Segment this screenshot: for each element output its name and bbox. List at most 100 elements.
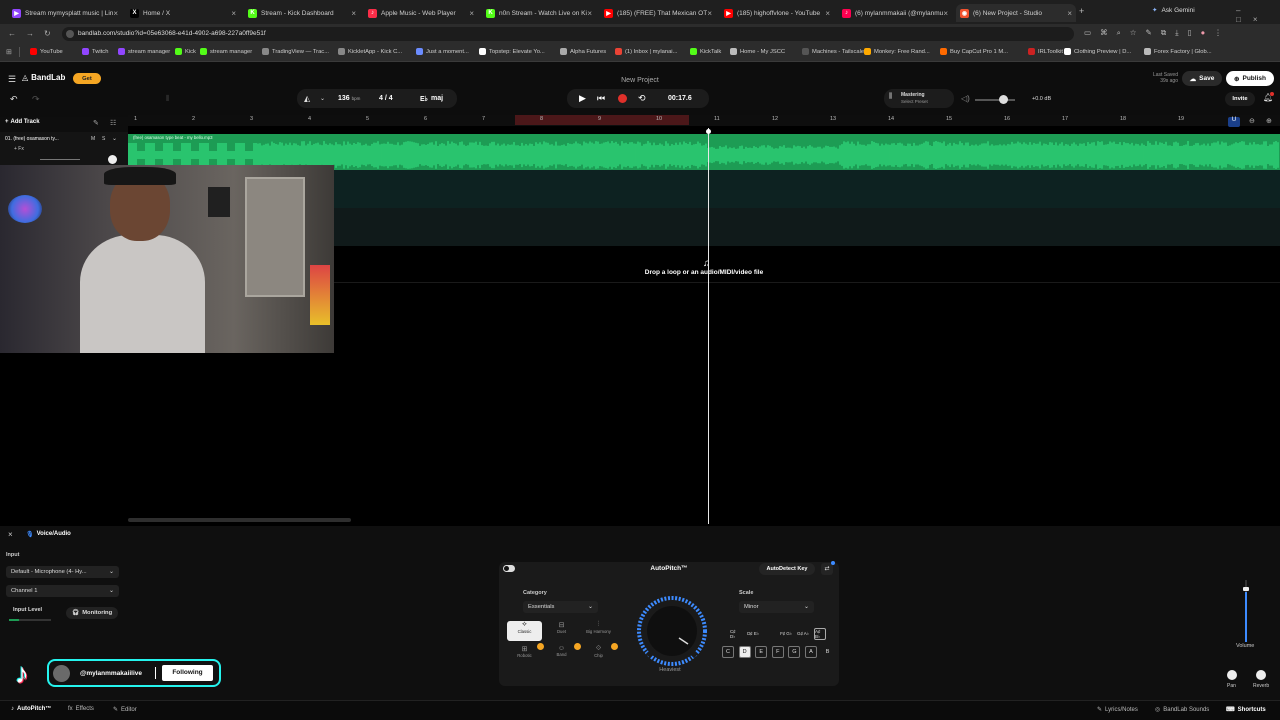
track-settings-icon[interactable]: ☷: [110, 119, 116, 127]
tab-close-icon[interactable]: ×: [1067, 9, 1072, 18]
sharp-key[interactable]: C♯ D♭: [730, 628, 742, 640]
loop-icon[interactable]: ⟲: [638, 93, 646, 104]
sharp-key[interactable]: A♯ B♭: [814, 628, 826, 640]
browser-tab[interactable]: ▶ Stream mymysplatt music | Lin ×: [8, 4, 122, 22]
skip-back-icon[interactable]: ⏮: [597, 93, 605, 104]
scale-select[interactable]: Minor ⌄: [739, 601, 814, 613]
speaker-icon[interactable]: ◁): [961, 94, 970, 103]
bookmark-item[interactable]: (1) Inbox | mylanai...: [615, 48, 677, 55]
tab-close-icon[interactable]: ×: [469, 9, 474, 18]
input-device-select[interactable]: Default - Microphone (4- Hy... ⌄: [6, 566, 119, 578]
redo-icon[interactable]: ↷: [32, 94, 40, 105]
bookmark-item[interactable]: stream manager: [200, 48, 252, 55]
bookmark-item[interactable]: YouTube: [30, 48, 63, 55]
tab-close-icon[interactable]: ×: [707, 9, 712, 18]
browser-tab[interactable]: X Home / X ×: [126, 4, 240, 22]
natural-key[interactable]: A: [805, 646, 817, 658]
solo-button[interactable]: S: [102, 136, 105, 142]
apps-grid-icon[interactable]: ⊞: [6, 48, 12, 56]
playhead-handle[interactable]: [706, 129, 711, 134]
bookmark-item[interactable]: Forex Factory | Glob...: [1144, 48, 1212, 55]
record-icon[interactable]: [618, 94, 627, 103]
master-volume-handle[interactable]: [999, 95, 1008, 104]
autodetect-key-button[interactable]: AutoDetect Key: [759, 563, 815, 575]
reload-icon[interactable]: ↻: [44, 29, 61, 38]
translate-icon[interactable]: ⌘: [1100, 28, 1117, 37]
download-icon[interactable]: ⤓: [1175, 28, 1187, 37]
bookmark-star-icon[interactable]: ☆: [1130, 28, 1146, 37]
browser-tab[interactable]: ▶ (185) (FREE) That Mexican OT ×: [600, 4, 716, 22]
natural-key[interactable]: E: [755, 646, 768, 658]
play-icon[interactable]: ▶: [579, 93, 586, 104]
browser-tab[interactable]: ♪ Apple Music - Web Player ×: [364, 4, 478, 22]
bookmark-item[interactable]: Topstep: Elevate Yo...: [479, 48, 545, 55]
bandlab-sounds-button[interactable]: ◎ BandLab Sounds: [1155, 706, 1209, 714]
pan-knob[interactable]: [1227, 670, 1237, 680]
hamburger-menu-icon[interactable]: ☰: [8, 74, 16, 85]
autopitch-tab[interactable]: ♪ AutoPitch™: [11, 706, 51, 712]
get-pro-button[interactable]: Get: [73, 73, 101, 84]
close-window-icon[interactable]: ×: [1253, 15, 1270, 24]
tab-close-icon[interactable]: ×: [231, 9, 236, 18]
lyrics-notes-button[interactable]: ✎ Lyrics/Notes: [1097, 706, 1138, 714]
playhead[interactable]: [708, 128, 709, 524]
browser-tab[interactable]: ◉ (6) New Project - Studio ×: [956, 4, 1076, 22]
track-name[interactable]: 01. (free) osamason ty...: [5, 136, 75, 142]
bookmark-item[interactable]: KickTalk: [690, 48, 721, 55]
bookmark-item[interactable]: Clothing Preview | D...: [1064, 48, 1131, 55]
timeline-ruler[interactable]: [128, 115, 1280, 126]
track-fx[interactable]: + Fx: [14, 146, 24, 152]
tempo-field[interactable]: 136 bpm: [338, 95, 360, 102]
metronome-icon[interactable]: ◭: [304, 94, 310, 103]
natural-key[interactable]: F: [771, 646, 784, 658]
sidebar-icon[interactable]: ▯: [1188, 28, 1201, 37]
bookmark-item[interactable]: Monkey: Free Rand...: [864, 48, 930, 55]
bandlab-logo[interactable]: ◬ BandLab: [22, 73, 65, 82]
natural-key[interactable]: D: [738, 646, 751, 658]
bookmark-item[interactable]: KickletApp - Kick C...: [338, 48, 402, 55]
sharp-key[interactable]: D♯ E♭: [747, 628, 759, 640]
master-volume-slider[interactable]: [975, 99, 1015, 101]
track-pan-knob[interactable]: [108, 155, 117, 164]
bookmark-item[interactable]: Home - My JSCC: [730, 48, 785, 55]
autopitch-knob[interactable]: [635, 594, 711, 670]
bookmark-item[interactable]: Machines - Tailscale: [802, 48, 864, 55]
zoom-out-icon[interactable]: ⊖: [1249, 117, 1255, 125]
bookmark-item[interactable]: Just a moment...: [416, 48, 469, 55]
autopitch-preset[interactable]: ⫶ Big Harmony: [581, 621, 616, 641]
mute-button[interactable]: M: [91, 136, 95, 142]
autopitch-preset[interactable]: ⊟ Duet: [544, 621, 579, 641]
bookmark-item[interactable]: Twitch: [82, 48, 108, 55]
bookmark-item[interactable]: Kick: [175, 48, 196, 55]
extension-icon[interactable]: ✎: [1146, 28, 1161, 37]
browser-tab[interactable]: Kn0n Stream - Watch Live on Ki ×: [482, 4, 596, 22]
site-info-icon[interactable]: [66, 30, 74, 38]
pencil-tool-icon[interactable]: ✎: [93, 119, 99, 127]
menu-dots-icon[interactable]: ⋮: [1214, 28, 1231, 37]
profile-avatar[interactable]: ●: [1201, 28, 1215, 37]
bookmark-item[interactable]: TradingView — Trac...: [262, 48, 329, 55]
publish-button[interactable]: ⊕ Publish: [1226, 71, 1274, 86]
snap-toggle-icon[interactable]: U: [1228, 117, 1240, 127]
editor-tab[interactable]: ✎ Editor: [113, 706, 137, 714]
mastering-button[interactable]: ⫼ Mastering Select Preset: [884, 89, 954, 108]
close-panel-icon[interactable]: ×: [8, 530, 13, 539]
tab-close-icon[interactable]: ×: [351, 9, 356, 18]
puzzle-icon[interactable]: ⧉: [1161, 28, 1175, 37]
zoom-in-icon[interactable]: ⊕: [1266, 117, 1272, 125]
effects-tab[interactable]: fx Effects: [68, 706, 94, 712]
natural-key[interactable]: G: [788, 646, 801, 658]
forward-icon[interactable]: →: [26, 29, 44, 38]
add-track-button[interactable]: + Add Track: [5, 119, 40, 125]
track-volume-slider[interactable]: [40, 159, 80, 160]
ask-gemini-button[interactable]: ✦ Ask Gemini: [1152, 6, 1195, 15]
browser-tab[interactable]: ▶ (185) highoffvlone - YouTube ×: [720, 4, 834, 22]
natural-key[interactable]: C: [722, 646, 734, 658]
shortcuts-button[interactable]: ⌨ Shortcuts: [1226, 706, 1266, 714]
maximize-icon[interactable]: □: [1236, 15, 1253, 24]
horizontal-scrollbar[interactable]: [128, 518, 351, 522]
volume-fader-handle[interactable]: [1243, 587, 1249, 591]
tab-close-icon[interactable]: ×: [943, 9, 948, 18]
save-button[interactable]: ☁ Save: [1182, 71, 1222, 86]
sharp-key[interactable]: G♯ A♭: [797, 628, 809, 640]
